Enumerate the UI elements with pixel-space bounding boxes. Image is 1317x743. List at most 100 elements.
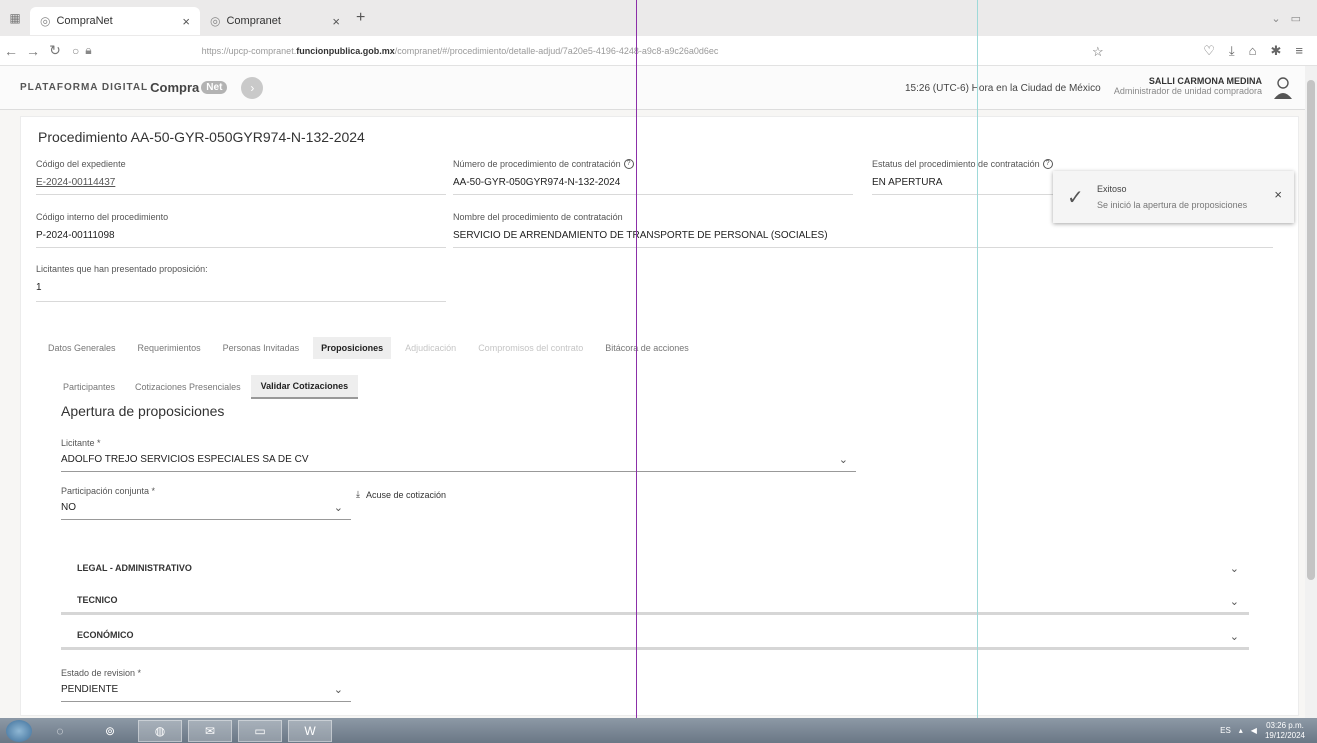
- licitante-value[interactable]: ADOLFO TREJO SERVICIOS ESPECIALES SA DE …: [61, 454, 856, 472]
- browser-tab-title: Compranet: [226, 15, 281, 27]
- browser-tab-title: CompraNet: [56, 15, 113, 27]
- participacion-label: Participación conjunta *: [61, 486, 156, 496]
- chevron-down-icon: ⌄: [838, 454, 848, 466]
- volume-icon[interactable]: ◀: [1251, 726, 1257, 735]
- accordion-title: LEGAL - ADMINISTRATIVO: [77, 563, 192, 573]
- browser-tab-compranet[interactable]: ◎ CompraNet ×: [30, 7, 200, 35]
- word-taskbar-icon[interactable]: W: [288, 719, 332, 742]
- subtab-cotizaciones-presenciales[interactable]: Cotizaciones Presenciales: [135, 382, 241, 392]
- network-icon[interactable]: ▴: [1239, 726, 1243, 735]
- user-role: Administrador de unidad compradora: [1113, 86, 1262, 96]
- codigo-expediente-link[interactable]: E-2024-00114437: [36, 177, 446, 195]
- accordion-tecnico[interactable]: TECNICO ⌄: [61, 587, 1249, 615]
- licitantes-value: 1: [36, 282, 446, 302]
- app-header: PLATAFORMA DIGITAL Compra Net › 15:26 (U…: [0, 66, 1305, 110]
- tray-time: 03:26 p.m.: [1266, 720, 1304, 730]
- browser-tab-compranet-2[interactable]: ◎ Compranet ×: [200, 7, 350, 35]
- folder-taskbar-icon[interactable]: ▭: [238, 719, 282, 742]
- numero-procedimiento-value: AA-50-GYR-050GYR974-N-132-2024: [453, 177, 853, 195]
- scrollbar-thumb[interactable]: [1307, 80, 1315, 580]
- licitante-selected: ADOLFO TREJO SERVICIOS ESPECIALES SA DE …: [61, 454, 309, 465]
- url-field[interactable]: https://upcp-compranet.funcionpublica.go…: [202, 46, 842, 56]
- compranet-logo[interactable]: PLATAFORMA DIGITAL Compra Net: [20, 80, 228, 95]
- language-indicator[interactable]: ES: [1220, 726, 1231, 735]
- field-label: Estatus del procedimiento de contratació…: [872, 159, 1282, 169]
- subtab-validar-cotizaciones[interactable]: Validar Cotizaciones: [250, 375, 359, 399]
- download-icon: ⤓: [356, 489, 360, 499]
- participacion-value[interactable]: NO ⌄: [61, 502, 351, 520]
- firefox-taskbar-icon[interactable]: ◍: [138, 719, 182, 742]
- tray-clock[interactable]: 03:26 p.m. 19/12/2024: [1265, 721, 1305, 741]
- chevron-down-icon: ⌄: [1229, 631, 1239, 643]
- codigo-interno-field: Código interno del procedimiento P-2024-…: [36, 212, 446, 248]
- subtab-participantes[interactable]: Participantes: [63, 382, 115, 392]
- procedure-tabs: Datos Generales Requerimientos Personas …: [48, 337, 689, 359]
- section-title: Apertura de proposiciones: [61, 403, 225, 419]
- url-host: funcionpublica.gob.mx: [296, 45, 395, 56]
- accordion-title: ECONÓMICO: [77, 629, 134, 640]
- bookmark-star-icon[interactable]: ☆: [1092, 44, 1104, 60]
- licitantes-field: Licitantes que han presentado proposició…: [36, 264, 446, 302]
- accordion-economico[interactable]: ECONÓMICO ⌄: [61, 622, 1249, 650]
- home-icon[interactable]: ⌂: [1249, 43, 1257, 59]
- tab-list-icon[interactable]: ▦: [0, 11, 30, 25]
- estado-revision-select[interactable]: Estado de revision * PENDIENTE ⌄: [61, 668, 351, 702]
- tab-overflow-icon[interactable]: ⌄: [1271, 12, 1280, 25]
- guide-line: [977, 0, 978, 718]
- menu-icon[interactable]: ≡: [1295, 43, 1303, 59]
- extensions-icon[interactable]: ✱: [1271, 43, 1282, 59]
- help-icon[interactable]: ?: [623, 159, 634, 169]
- reload-icon[interactable]: ↻: [44, 42, 66, 59]
- codigo-expediente-field: Código del expediente E-2024-00114437: [36, 159, 446, 195]
- estado-value[interactable]: PENDIENTE ⌄: [61, 684, 351, 702]
- page-scrollbar[interactable]: [1305, 66, 1317, 718]
- chevron-down-icon: ⌄: [1229, 563, 1239, 575]
- tab-requerimientos[interactable]: Requerimientos: [138, 339, 201, 357]
- accordion-legal-administrativo[interactable]: LEGAL - ADMINISTRATIVO ⌄: [61, 554, 1249, 582]
- tab-compromisos: Compromisos del contrato: [478, 343, 584, 353]
- chevron-down-icon: ⌄: [1229, 596, 1239, 608]
- toast-title: Exitoso: [1097, 184, 1127, 194]
- participacion-select[interactable]: Participación conjunta * NO ⌄: [61, 486, 351, 520]
- page-title: Procedimiento AA-50-GYR-050GYR974-N-132-…: [38, 129, 365, 145]
- avatar[interactable]: [1273, 76, 1293, 100]
- outlook-taskbar-icon[interactable]: ✉: [188, 719, 232, 742]
- user-info[interactable]: SALLI CARMONA MEDINA Administrador de un…: [1114, 76, 1262, 96]
- licitante-select[interactable]: Licitante * ADOLFO TREJO SERVICIOS ESPEC…: [61, 438, 856, 472]
- tab-personas-invitadas[interactable]: Personas Invitadas: [223, 339, 300, 357]
- new-tab-button[interactable]: +: [356, 9, 365, 27]
- tab-bitacora[interactable]: Bitácora de acciones: [605, 339, 689, 357]
- url-prefix: https://upcp-compranet.: [201, 45, 297, 56]
- url-path: /compranet/#/procedimiento/detalle-adjud…: [394, 45, 719, 56]
- tab-proposiciones[interactable]: Proposiciones: [313, 337, 392, 359]
- help-icon[interactable]: ?: [1042, 159, 1053, 169]
- browser-taskbar-icon[interactable]: ◌: [38, 720, 82, 742]
- close-tab-icon[interactable]: ×: [332, 14, 340, 29]
- acuse-label: Acuse de cotización: [365, 489, 447, 500]
- globe-icon: ◎: [40, 14, 51, 28]
- start-button[interactable]: [6, 719, 32, 742]
- field-label-text: Estatus del procedimiento de contratació…: [872, 159, 1040, 169]
- chevron-down-icon: ⌄: [333, 684, 343, 696]
- app-taskbar-icon[interactable]: ⊚: [88, 720, 132, 742]
- licitante-label: Licitante *: [61, 438, 101, 448]
- back-icon[interactable]: ←: [0, 43, 22, 59]
- download-icon[interactable]: ⤓: [1229, 43, 1235, 59]
- pocket-icon[interactable]: ♡: [1203, 43, 1215, 59]
- estado-selected: PENDIENTE: [61, 684, 119, 695]
- acuse-cotizacion-button[interactable]: ⤓ Acuse de cotización: [356, 489, 446, 500]
- field-label: Número de procedimiento de contratación?: [453, 159, 853, 169]
- tab-datos-generales[interactable]: Datos Generales: [48, 339, 116, 357]
- lock-icon[interactable]: 🔒︎: [85, 43, 91, 58]
- globe-icon: ◎: [210, 14, 221, 28]
- forward-icon[interactable]: →: [22, 43, 44, 59]
- menu-toggle-icon[interactable]: ›: [241, 76, 264, 99]
- address-bar: ← → ↻ ○ 🔒︎ https://upcp-compranet.funcio…: [0, 36, 1317, 66]
- window-controls-icon[interactable]: ▭: [1291, 12, 1301, 25]
- close-tab-icon[interactable]: ×: [182, 14, 190, 29]
- shield-icon[interactable]: ○: [72, 44, 79, 58]
- field-label-text: Número de procedimiento de contratación: [453, 159, 621, 169]
- logo-platform-text: PLATAFORMA DIGITAL: [20, 82, 149, 93]
- tray-date: 19/12/2024: [1264, 730, 1305, 740]
- close-icon[interactable]: ×: [1274, 187, 1282, 202]
